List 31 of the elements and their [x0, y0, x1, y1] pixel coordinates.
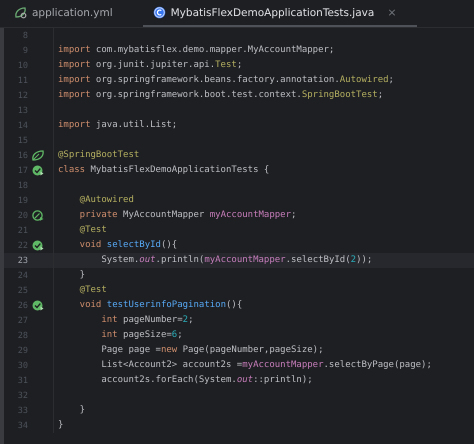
code-line: import java.util.List; [53, 118, 474, 133]
code-line: List<Account2> account2s =myAccountMapper.selectByPage(page); [53, 358, 474, 373]
code-line: @Autowired [53, 193, 474, 208]
run-test-icon[interactable] [32, 165, 44, 176]
code-line: import org.springframework.boot.test.context.SpringBootTest; [53, 88, 474, 103]
class-icon [152, 6, 166, 19]
code-line: void testUserinfoPagination(){ [53, 298, 474, 313]
code-line: } [53, 403, 474, 418]
code-line: } [53, 268, 474, 283]
leaf-icon[interactable] [32, 150, 44, 161]
line-number: 23 [16, 256, 28, 266]
editor-tab[interactable]: application.yml [12, 0, 125, 27]
code-line: } [53, 418, 474, 433]
code-line: import org.springframework.beans.factory.annotation.Autowired; [53, 73, 474, 88]
code-line: System.out.println(myAccountMapper.selectById(2)); [53, 253, 474, 268]
code-line: account2s.forEach(System.out::println); [53, 373, 474, 388]
editor-tab[interactable]: MybatisFlexDemoApplicationTests.java × [142, 0, 417, 27]
code-line: class MybatisFlexDemoApplicationTests { [53, 163, 474, 178]
code-line: @SpringBootTest [53, 148, 474, 163]
run-test-icon[interactable] [32, 300, 44, 311]
code-line: import com.mybatisflex.demo.mapper.MyAccountMapper; [53, 43, 474, 58]
code-line: Page page =new Page(pageNumber,pageSize); [53, 343, 474, 358]
yaml-file-icon [14, 6, 27, 19]
code-line: int pageNumber=2; [53, 313, 474, 328]
code-line: int pageSize=6; [53, 328, 474, 343]
code-line: @Test [53, 283, 474, 298]
close-icon[interactable]: × [387, 6, 397, 19]
code-line: @Test [53, 223, 474, 238]
code-line: import org.junit.jupiter.api.Test; [53, 58, 474, 73]
code-line: private MyAccountMapper myAccountMapper; [53, 208, 474, 223]
run-test-icon[interactable] [32, 240, 44, 251]
